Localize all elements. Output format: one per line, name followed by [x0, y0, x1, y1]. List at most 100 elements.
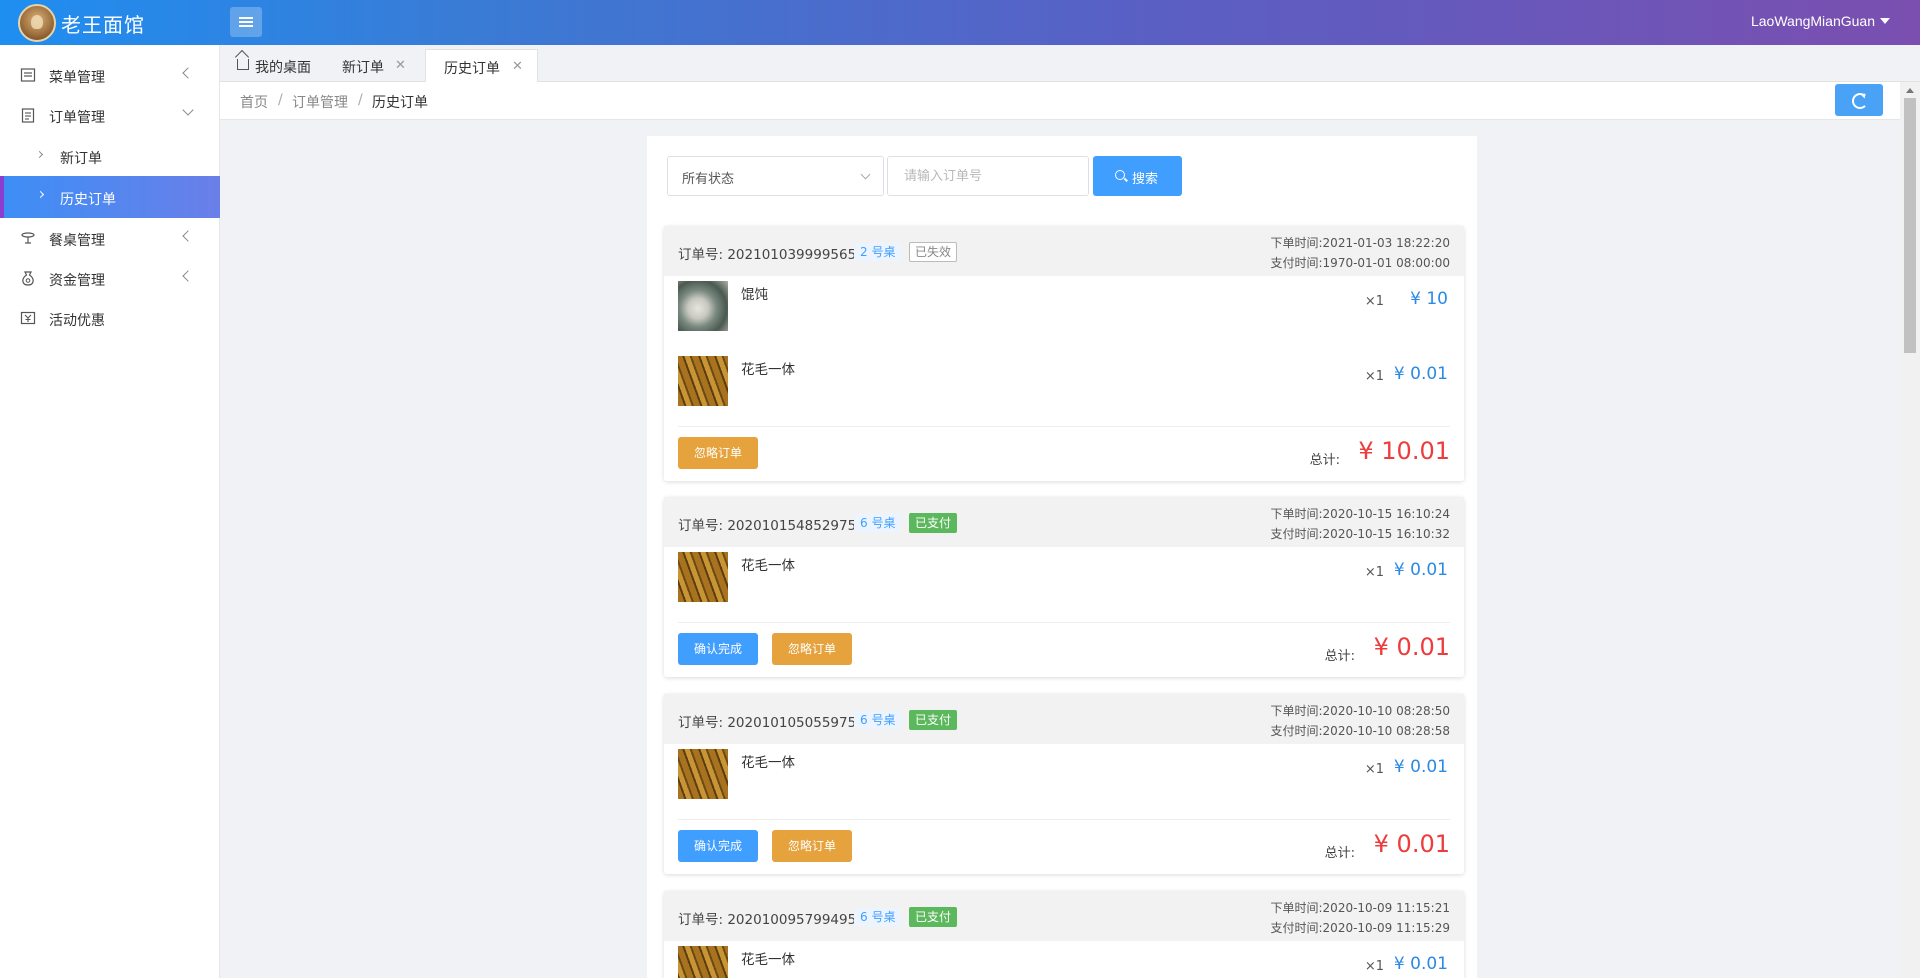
order-header: 订单号: 2020100957994951 6 号桌 已支付 下单时间:2020… [664, 891, 1464, 941]
dish-quantity: ×1 [1364, 565, 1384, 580]
table-tag: 6 号桌 [854, 908, 902, 926]
pay-time: 支付时间:2020-10-10 08:28:58 [1270, 724, 1451, 738]
sidebar-item-label: 菜单管理 [49, 70, 105, 86]
ignore-order-button[interactable]: 忽略订单 [678, 437, 758, 469]
tab-label: 新订单 [342, 60, 384, 76]
pay-time: 支付时间:2020-10-09 11:15:29 [1270, 921, 1451, 935]
dish-image [678, 552, 728, 602]
sidebar: 菜单管理 订单管理 新订单 历史订单 餐桌管理 资金管理 活动优惠 [0, 45, 220, 978]
brand-logo [18, 4, 56, 42]
chevron-left-icon [182, 270, 194, 282]
ignore-order-button[interactable]: 忽略订单 [772, 633, 852, 665]
pay-time: 支付时间:1970-01-01 08:00:00 [1270, 256, 1451, 270]
status-badge: 已失效 [909, 242, 958, 262]
confirm-complete-button[interactable]: 确认完成 [678, 830, 758, 862]
chevron-left-icon [182, 230, 194, 242]
top-header: 老王面馆 LaoWangMianGuan [0, 0, 1920, 45]
chevron-down-icon [182, 104, 194, 116]
sidebar-item-order-management[interactable]: 订单管理 [0, 95, 220, 135]
total-label: 总计: [1309, 453, 1340, 468]
order-time: 下单时间:2020-10-15 16:10:24 [1270, 507, 1451, 521]
sidebar-item-label: 历史订单 [60, 192, 116, 208]
status-select[interactable]: 所有状态 [667, 156, 884, 196]
breadcrumb-current: 历史订单 [372, 95, 428, 111]
close-icon[interactable]: ✕ [512, 59, 523, 74]
dish-quantity: ×1 [1364, 959, 1384, 974]
sidebar-item-fund-management[interactable]: 资金管理 [0, 258, 220, 298]
order-number: 订单号: 2021010399995653 [678, 247, 865, 263]
order-footer: 忽略订单 总计: ¥ 10.01 [678, 426, 1450, 481]
dish-price: ¥ 0.01 [1393, 757, 1448, 777]
order-time: 下单时间:2020-10-09 11:15:21 [1270, 901, 1451, 915]
dish-image [678, 281, 728, 331]
page-tabs: 我的桌面 新订单 ✕ 历史订单 ✕ [220, 45, 1920, 82]
dish-price: ¥ 10 [1410, 289, 1448, 309]
menu-book-icon [20, 68, 36, 82]
tab-history-orders[interactable]: 历史订单 ✕ [425, 49, 538, 82]
breadcrumb-order-management[interactable]: 订单管理 [292, 92, 348, 112]
order-header: 订单号: 2020101548529756 6 号桌 已支付 下单时间:2020… [664, 497, 1464, 547]
sidebar-item-label: 活动优惠 [49, 313, 105, 329]
chevron-down-icon [860, 169, 871, 180]
table-tag: 6 号桌 [854, 711, 902, 729]
order-item: 馄饨 ×1 ¥ 10 [664, 276, 1464, 351]
refresh-button[interactable] [1835, 84, 1883, 116]
breadcrumb-home[interactable]: 首页 [240, 92, 268, 112]
status-badge: 已支付 [909, 907, 958, 927]
dish-name: 花毛一体 [741, 558, 795, 574]
tab-new-orders[interactable]: 新订单 ✕ [320, 49, 425, 82]
menu-icon [239, 17, 253, 19]
dish-quantity: ×1 [1364, 762, 1384, 777]
dish-name: 花毛一体 [741, 362, 795, 378]
order-times: 下单时间:2021-01-03 18:22:20 支付时间:1970-01-01… [1271, 233, 1451, 273]
order-number-input[interactable] [887, 156, 1089, 196]
dish-quantity: ×1 [1364, 294, 1384, 309]
home-icon [237, 59, 249, 70]
order-total: ¥ 0.01 [1373, 830, 1450, 858]
order-card: 订单号: 2020100957994951 6 号桌 已支付 下单时间:2020… [664, 891, 1464, 978]
tab-label: 历史订单 [444, 61, 500, 77]
breadcrumb-bar: 首页 / 订单管理 / 历史订单 [220, 82, 1900, 120]
dish-quantity: ×1 [1364, 369, 1384, 384]
sidebar-item-history-orders[interactable]: 历史订单 [0, 176, 220, 218]
order-history-panel: 所有状态 搜索 订单号: 2021010399995653 2 号桌 已失效 下… [647, 136, 1477, 978]
sidebar-item-new-orders[interactable]: 新订单 [0, 136, 220, 176]
total-label: 总计: [1324, 846, 1355, 861]
breadcrumb-separator: / [358, 92, 363, 108]
order-time: 下单时间:2020-10-10 08:28:50 [1270, 704, 1451, 718]
total-label: 总计: [1324, 649, 1355, 664]
order-card: 订单号: 2021010399995653 2 号桌 已失效 下单时间:2021… [664, 226, 1464, 481]
scroll-thumb[interactable] [1904, 98, 1916, 353]
breadcrumb-separator: / [278, 92, 283, 108]
table-icon [21, 232, 35, 244]
tab-my-desktop[interactable]: 我的桌面 [220, 49, 320, 82]
dish-price: ¥ 0.01 [1393, 364, 1448, 384]
order-item: 花毛一体 ×1 ¥ 0.01 [664, 744, 1464, 819]
menu-toggle-button[interactable] [230, 7, 262, 37]
sidebar-item-menu-management[interactable]: 菜单管理 [0, 55, 220, 95]
user-menu[interactable]: LaoWangMianGuan [1751, 13, 1875, 29]
dish-name: 馄饨 [741, 287, 768, 303]
sidebar-item-label: 新订单 [60, 151, 102, 167]
dish-price: ¥ 0.01 [1393, 954, 1448, 974]
brand-name: 老王面馆 [61, 13, 145, 37]
clipboard-icon [21, 108, 35, 123]
money-bag-icon [22, 271, 34, 286]
order-times: 下单时间:2020-10-10 08:28:50 支付时间:2020-10-10… [1271, 701, 1451, 741]
page-scrollbar[interactable] [1900, 82, 1920, 978]
order-time: 下单时间:2021-01-03 18:22:20 [1270, 236, 1451, 250]
chevron-left-icon [182, 67, 194, 79]
sidebar-item-promotions[interactable]: 活动优惠 [0, 298, 220, 338]
search-button[interactable]: 搜索 [1093, 156, 1182, 196]
sidebar-item-table-management[interactable]: 餐桌管理 [0, 218, 220, 258]
status-badge: 已支付 [909, 513, 958, 533]
confirm-complete-button[interactable]: 确认完成 [678, 633, 758, 665]
dish-image [678, 946, 728, 978]
scroll-up-arrow-icon[interactable] [1906, 88, 1914, 93]
dish-name: 花毛一体 [741, 952, 795, 968]
order-card: 订单号: 2020101050559752 6 号桌 已支付 下单时间:2020… [664, 694, 1464, 874]
caret-down-icon[interactable] [1880, 18, 1890, 24]
order-item: 花毛一体 ×1 ¥ 0.01 [664, 351, 1464, 426]
ignore-order-button[interactable]: 忽略订单 [772, 830, 852, 862]
close-icon[interactable]: ✕ [395, 58, 406, 73]
